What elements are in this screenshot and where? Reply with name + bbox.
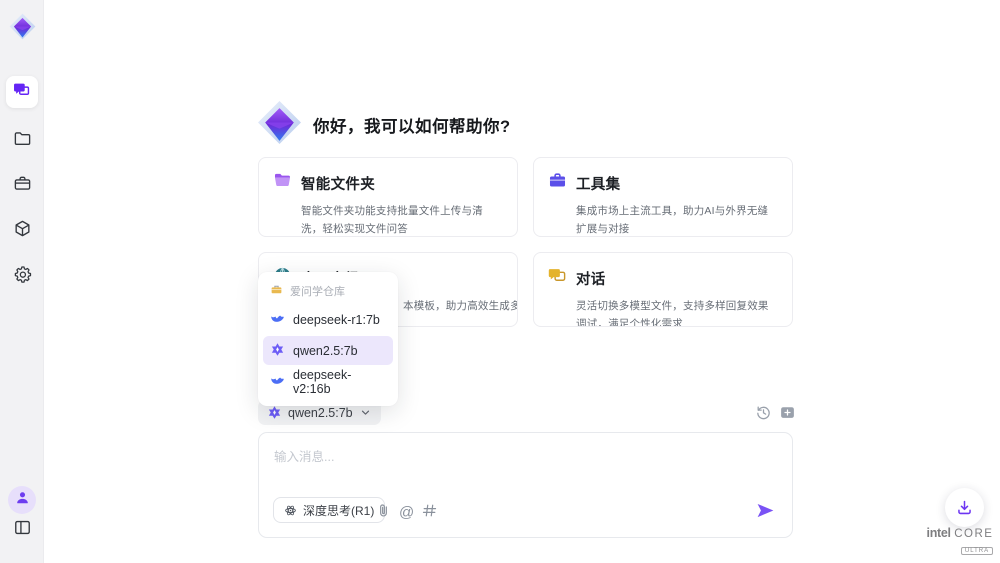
app-logo <box>9 13 36 40</box>
chat-icon <box>13 80 32 104</box>
sidebar-item-profile[interactable] <box>8 486 36 514</box>
qwen-icon <box>267 405 282 420</box>
intel-brand-text: intel <box>927 526 951 540</box>
briefcase-fill-icon <box>548 171 567 195</box>
card-toolset[interactable]: 工具集 集成市场上主流工具，助力AI与外界无缝扩展与对接 <box>533 157 793 237</box>
model-option-deepseek-r1[interactable]: deepseek-r1:7b <box>263 305 393 334</box>
settings-icon <box>13 265 32 289</box>
chat-fill-icon <box>548 266 567 290</box>
card-smart-folder[interactable]: 智能文件夹 智能文件夹功能支持批量文件上传与清洗，轻松实现文件问答 <box>258 157 518 237</box>
card-title: 智能文件夹 <box>301 173 375 194</box>
card-dialogue[interactable]: 对话 灵活切换多模型文件，支持多样回复效果调试，满足个性化需求 <box>533 252 793 327</box>
model-dropdown: 爱问学仓库 deepseek-r1:7b qwen2.5:7b deepseek… <box>258 272 398 406</box>
model-option-label: qwen2.5:7b <box>293 344 358 358</box>
card-description: 智能文件夹功能支持批量文件上传与清洗，轻松实现文件问答 <box>301 202 503 237</box>
deep-think-label: 深度思考(R1) <box>303 502 374 519</box>
collapse-panel-icon <box>13 518 32 542</box>
deepseek-whale-icon <box>270 311 285 329</box>
greeting-logo <box>257 100 302 145</box>
model-option-deepseek-v2[interactable]: deepseek-v2:16b <box>263 367 393 396</box>
sidebar-item-toolbox[interactable] <box>6 170 38 202</box>
model-option-qwen[interactable]: qwen2.5:7b <box>263 336 393 365</box>
sidebar-item-folders[interactable] <box>6 125 38 157</box>
model-option-label: deepseek-r1:7b <box>293 313 380 327</box>
sidebar-item-chat[interactable] <box>6 76 38 108</box>
sidebar-item-settings[interactable] <box>6 261 38 293</box>
send-icon <box>755 500 776 521</box>
user-icon <box>14 489 31 511</box>
message-input[interactable] <box>274 446 774 491</box>
folder-icon <box>13 129 32 153</box>
dropdown-group-header: 爱问学仓库 <box>258 278 398 303</box>
card-title: 对话 <box>576 268 606 289</box>
history-button[interactable] <box>755 404 772 421</box>
intel-core-badge: intel core ultra <box>926 527 994 557</box>
repo-icon <box>270 283 283 299</box>
hash-icon <box>421 502 438 519</box>
history-icon <box>755 404 772 421</box>
attach-file-button[interactable] <box>375 502 392 519</box>
app-window: 你好，我可以如何帮助你? 智能文件夹 智能文件夹功能支持批量文件上传与清洗，轻松… <box>0 0 1000 563</box>
send-button[interactable] <box>755 500 776 521</box>
package-icon <box>13 219 32 243</box>
sidebar-collapse[interactable] <box>7 515 37 545</box>
card-description: 集成市场上主流工具，助力AI与外界无缝扩展与对接 <box>576 202 778 237</box>
new-chat-icon <box>779 404 796 421</box>
qwen-icon <box>270 342 285 360</box>
chevron-down-icon <box>359 406 372 419</box>
page-title: 你好，我可以如何帮助你? <box>313 113 511 137</box>
briefcase-icon <box>13 174 32 198</box>
intel-tier-text: ultra <box>961 547 993 555</box>
deepseek-whale-icon <box>270 373 285 391</box>
selected-model-label: qwen2.5:7b <box>288 406 353 420</box>
download-icon <box>955 498 974 517</box>
sidebar-item-models[interactable] <box>6 215 38 247</box>
download-fab[interactable] <box>945 488 984 527</box>
model-option-label: deepseek-v2:16b <box>293 368 386 396</box>
intel-series-text: core <box>954 528 993 540</box>
paperclip-icon <box>375 502 392 519</box>
atom-icon <box>284 504 297 517</box>
mention-button[interactable]: @ <box>399 504 414 521</box>
card-description: 灵活切换多模型文件，支持多样回复效果调试，满足个性化需求 <box>576 297 778 327</box>
sidebar <box>0 0 44 563</box>
folder-fill-icon <box>273 171 292 195</box>
deep-think-toggle[interactable]: 深度思考(R1) <box>273 497 385 523</box>
message-composer: 深度思考(R1) @ <box>258 432 793 538</box>
dropdown-group-label: 爱问学仓库 <box>290 283 345 299</box>
new-chat-button[interactable] <box>779 404 796 421</box>
card-title: 工具集 <box>576 173 620 194</box>
hash-grid-button[interactable] <box>421 502 438 519</box>
